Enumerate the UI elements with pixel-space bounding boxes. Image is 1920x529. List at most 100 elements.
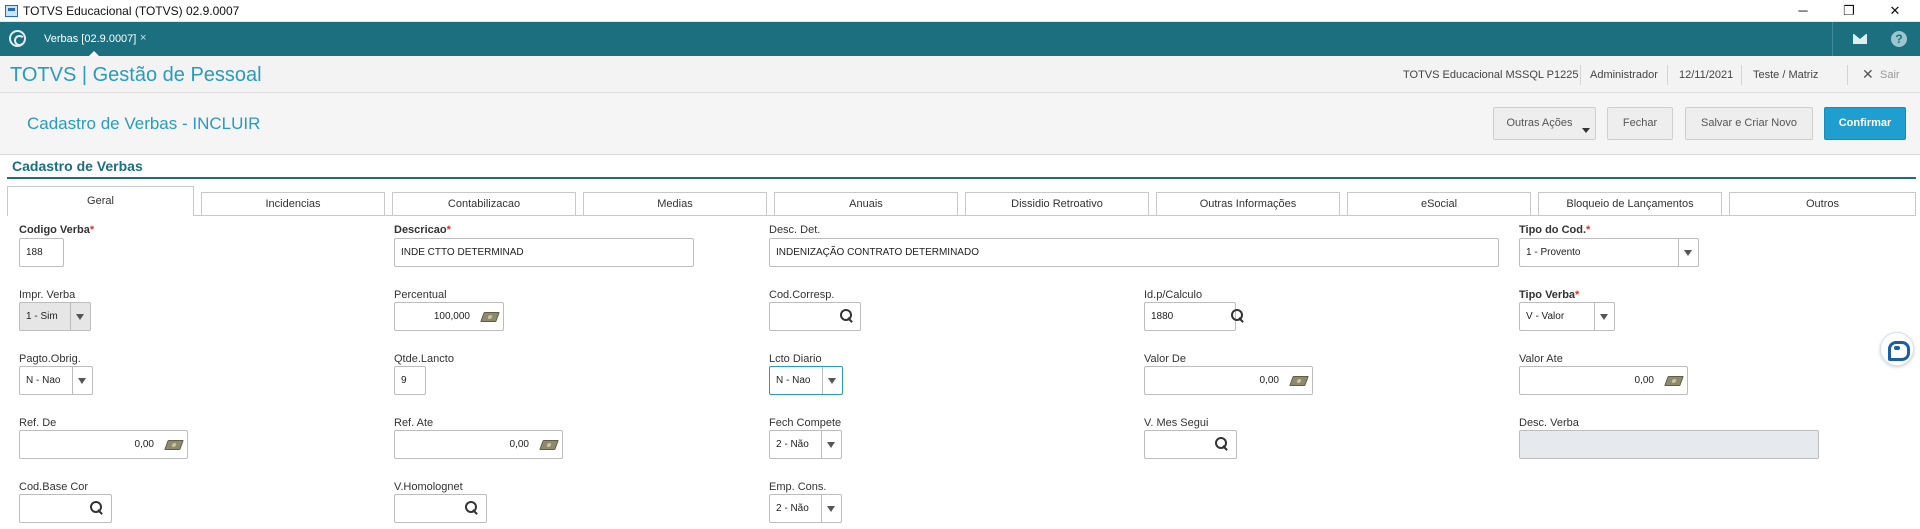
chevron-down-icon[interactable] [1684,250,1692,256]
tab-contabilizacao[interactable]: Contabilizacao [392,192,576,216]
tab-geral[interactable]: Geral [7,186,194,216]
percentual-label: Percentual [394,289,447,301]
tab-outros[interactable]: Outros [1729,192,1916,216]
chevron-down-icon[interactable] [827,506,835,512]
assistant-icon[interactable] [1880,332,1914,366]
valor-ate-field[interactable]: 0,00 [1519,366,1688,395]
close-button[interactable]: Fechar [1607,107,1673,140]
descricao-field[interactable]: INDE CTTO DETERMINAD [394,238,694,267]
other-actions-button[interactable]: Outras Ações [1493,107,1596,140]
v-homolognet-label: V.Homolognet [394,481,463,493]
lcto-diario-select[interactable]: N - Nao [769,366,843,395]
pagto-obrig-value: N - Nao [26,375,61,386]
tipo-cod-label: Tipo do Cod.* [1519,224,1591,236]
tab-incidencias[interactable]: Incidencias [201,192,385,216]
product-brand: TOTVS | Gestão de Pessoal [10,64,262,86]
cod-corresp-label: Cod.Corresp. [769,289,835,301]
impr-verba-label: Impr. Verba [19,289,76,301]
desc-verba-field [1519,430,1819,459]
tab-dissidio-retroativo[interactable]: Dissidio Retroativo [965,192,1149,216]
minimize-button[interactable]: ─ [1780,0,1826,22]
tipo-cod-select[interactable]: 1 - Provento [1519,238,1699,267]
valor-de-field[interactable]: 0,00 [1144,366,1313,395]
window-titlebar: TOTVS Educacional (TOTVS) 02.9.0007 ─ ❐ … [0,0,1920,22]
cod-base-cor-label: Cod.Base Cor [19,481,89,493]
app-icon [5,5,18,17]
ref-de-field[interactable]: 0,00 [19,430,188,459]
other-actions-label: Outras Ações [1506,117,1573,129]
emp-cons-select[interactable]: 2 - Não [769,494,842,523]
tab-close-icon[interactable]: × [140,32,146,44]
tab-outras-informacoes[interactable]: Outras Informações [1156,192,1340,216]
fech-compete-value: 2 - Não [776,439,809,450]
search-icon[interactable] [90,501,104,515]
emp-cons-label: Emp. Cons. [769,481,827,493]
tab-strip: Verbas [02.9.0007] × ? [0,22,1920,57]
lcto-diario-label: Lcto Diario [769,353,822,365]
page-title: Cadastro de Verbas - INCLUIR [27,114,261,133]
pagto-obrig-label: Pagto.Obrig. [19,353,81,365]
search-icon[interactable] [1215,437,1229,451]
desc-det-field[interactable]: INDENIZAÇÃO CONTRATO DETERMINADO [769,238,1499,267]
impr-verba-select[interactable]: 1 - Sim [19,302,91,331]
chevron-down-icon[interactable] [828,378,836,384]
section-divider [7,177,1916,179]
tab-anuais[interactable]: Anuais [774,192,958,216]
environment-info: TOTVS Educacional MSSQL P1225 [1403,69,1579,81]
tipo-verba-value: V - Valor [1526,311,1565,322]
qtde-lancto-label: Qtde.Lancto [394,353,454,365]
desc-det-label: Desc. Det. [769,224,821,236]
id-calculo-label: Id.p/Calculo [1144,289,1203,301]
chevron-down-icon[interactable] [76,314,84,320]
id-calculo-field[interactable]: 1880 [1144,302,1236,331]
chevron-down-icon[interactable] [827,442,835,448]
date-info: 12/11/2021 [1679,69,1734,81]
help-icon[interactable]: ? [1891,31,1907,47]
valor-ate-label: Valor Ate [1519,353,1563,365]
tab-esocial[interactable]: eSocial [1347,192,1531,216]
lcto-diario-value: N - Nao [776,375,811,386]
maximize-button[interactable]: ❐ [1826,0,1872,22]
mail-icon[interactable] [1853,34,1867,44]
product-header: TOTVS | Gestão de Pessoal TOTVS Educacio… [0,56,1920,93]
tab-medias[interactable]: Medias [583,192,767,216]
valor-de-label: Valor De [1144,353,1186,365]
descricao-label: Descricao* [394,224,451,236]
window-title: TOTVS Educacional (TOTVS) 02.9.0007 [23,4,240,18]
page-header: Cadastro de Verbas - INCLUIR Outras Açõe… [0,93,1920,155]
branch-info: Teste / Matriz [1753,69,1819,81]
tipo-verba-label: Tipo Verba* [1519,289,1580,301]
confirm-button[interactable]: Confirmar [1824,107,1906,140]
chevron-down-icon [1582,128,1590,133]
ref-ate-field[interactable]: 0,00 [394,430,563,459]
exit-button[interactable]: Sair [1880,69,1900,81]
codigo-verba-label: Codigo Verba* [19,224,95,236]
save-new-button[interactable]: Salvar e Criar Novo [1685,107,1813,140]
tab-bloqueio-lancamentos[interactable]: Bloqueio de Lançamentos [1538,192,1722,216]
pagto-obrig-select[interactable]: N - Nao [19,366,93,395]
user-info: Administrador [1590,69,1658,81]
home-icon[interactable] [9,30,26,47]
divider [1832,22,1833,56]
divider [1580,65,1581,85]
divider [1847,65,1848,85]
qtde-lancto-field[interactable]: 9 [394,366,426,395]
divider [1741,65,1742,85]
search-icon[interactable] [840,309,854,323]
ref-ate-label: Ref. Ate [394,417,434,429]
close-window-button[interactable]: ✕ [1872,0,1918,22]
search-icon[interactable] [1231,309,1245,323]
exit-icon[interactable]: ✕ [1862,66,1874,83]
tipo-cod-value: 1 - Provento [1526,247,1581,258]
tab-verbas[interactable]: Verbas [02.9.0007] [44,33,136,45]
desc-verba-label: Desc. Verba [1519,417,1579,429]
section-title: Cadastro de Verbas [12,158,143,174]
codigo-verba-field[interactable]: 188 [19,238,64,267]
chevron-down-icon[interactable] [1600,314,1608,320]
ref-de-label: Ref. De [19,417,57,429]
v-mes-segui-label: V. Mes Segui [1144,417,1209,429]
chevron-down-icon[interactable] [78,378,86,384]
search-icon[interactable] [465,501,479,515]
fech-compete-select[interactable]: 2 - Não [769,430,842,459]
tipo-verba-select[interactable]: V - Valor [1519,302,1615,331]
